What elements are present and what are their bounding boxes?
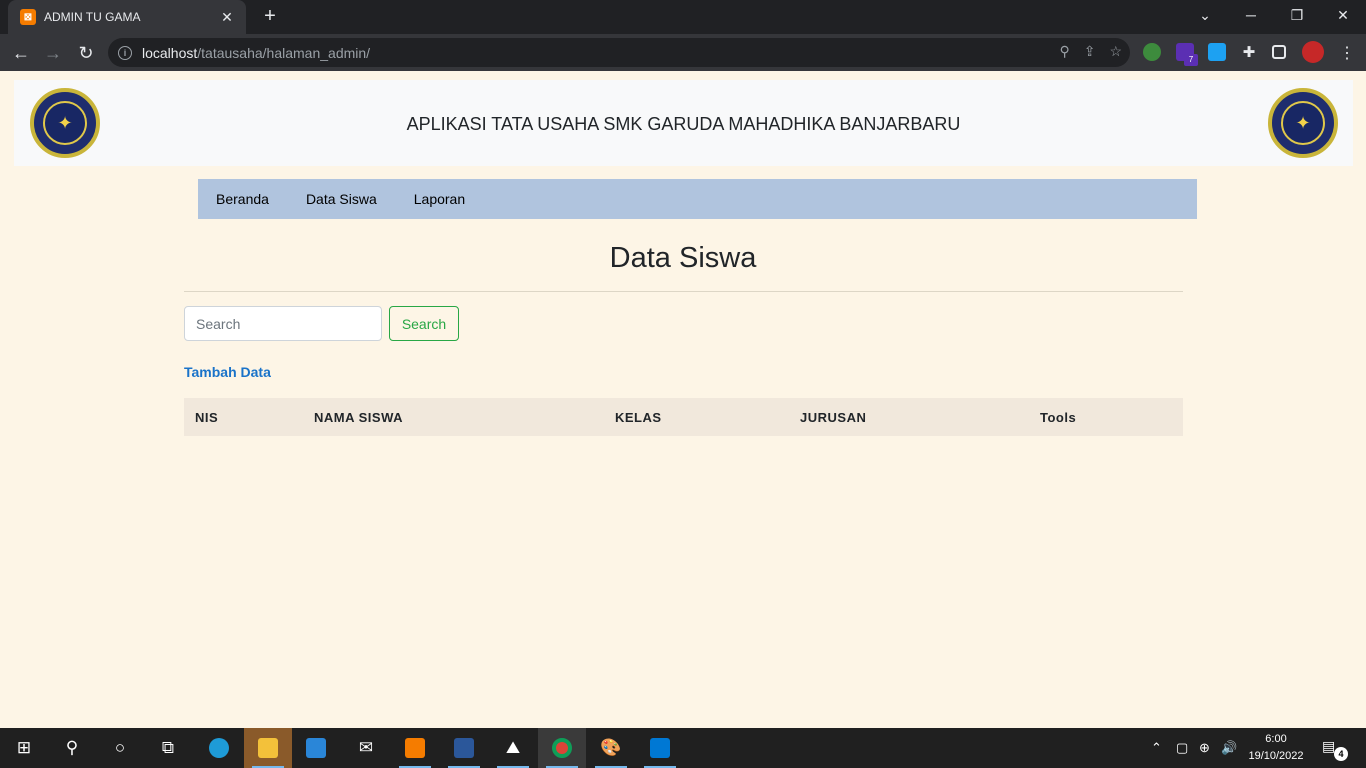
xampp-favicon-icon: ⊠ [20, 9, 36, 25]
chrome-icon [552, 738, 572, 758]
tray-overflow-chevron-icon[interactable]: ⌃ [1151, 728, 1162, 768]
photos-icon: ⛰ [505, 738, 521, 757]
cortana-button[interactable]: ○ [96, 728, 144, 768]
heading-divider [184, 291, 1183, 292]
side-panel-icon[interactable] [1272, 45, 1286, 59]
tab-search-chevron-icon[interactable]: ⌄ [1182, 0, 1228, 30]
edge-icon [209, 738, 229, 758]
clock-date: 19/10/2022 [1248, 750, 1304, 762]
system-clock[interactable]: 6:00 19/10/2022 [1240, 731, 1312, 765]
main-navbar: Beranda Data Siswa Laporan [198, 179, 1197, 219]
app-header: ✦ APLIKASI TATA USAHA SMK GARUDA MAHADHI… [14, 80, 1353, 166]
extension-globe-icon[interactable] [1143, 43, 1161, 61]
app-title: APLIKASI TATA USAHA SMK GARUDA MAHADHIKA… [406, 114, 961, 134]
volume-icon[interactable]: 🔊 [1221, 728, 1237, 768]
share-icon[interactable]: ⇪ [1084, 43, 1096, 60]
start-button[interactable]: ⊞ [0, 728, 48, 768]
column-header-nis: NIS [195, 410, 219, 425]
word-icon [454, 738, 474, 758]
taskbar-chrome[interactable] [538, 728, 586, 768]
clock-time: 6:00 [1265, 733, 1287, 745]
taskbar-search-button[interactable]: ⚲ [48, 728, 96, 768]
student-table-header: NIS NAMA SISWA KELAS JURUSAN Tools [184, 398, 1183, 436]
windows-logo-icon: ⊞ [16, 738, 32, 757]
taskbar-store[interactable] [292, 728, 340, 768]
search-icon: ⚲ [65, 738, 79, 757]
column-header-nama-siswa: NAMA SISWA [314, 410, 404, 425]
taskbar-photos[interactable]: ⛰ [489, 728, 537, 768]
url-host: localhost [142, 44, 198, 61]
url-path: /tatausaha/halaman_admin/ [197, 44, 371, 61]
column-header-tools: Tools [1040, 410, 1077, 425]
bookmark-star-icon[interactable]: ☆ [1109, 43, 1122, 60]
close-window-button[interactable]: ✕ [1320, 0, 1366, 30]
site-info-icon[interactable]: i [118, 45, 132, 60]
nav-item-data-siswa[interactable]: Data Siswa [306, 191, 377, 207]
notification-count-badge: 4 [1334, 747, 1348, 761]
taskbar-edge[interactable] [195, 728, 243, 768]
zoom-icon[interactable]: ⚲ [1059, 43, 1069, 60]
extension-badge: 7 [1184, 54, 1198, 66]
cortana-circle-icon: ○ [114, 738, 126, 757]
back-button[interactable]: ← [8, 40, 34, 66]
profile-avatar[interactable] [1302, 41, 1324, 63]
search-input[interactable] [184, 306, 382, 341]
paint-palette-icon: 🎨 [600, 738, 622, 757]
store-icon [306, 738, 326, 758]
new-tab-button[interactable]: + [258, 6, 282, 28]
vscode-icon [650, 738, 670, 758]
task-view-icon: ⧉ [161, 738, 175, 757]
browser-toolbar: ← → ↻ i localhost/tatausaha/halaman_admi… [0, 34, 1366, 71]
network-globe-icon[interactable]: ⊕ [1199, 728, 1210, 768]
taskbar-xampp[interactable] [391, 728, 439, 768]
mail-icon: ✉ [358, 738, 374, 757]
logo-emblem-icon: ✦ [1281, 101, 1325, 145]
extension-blue-icon[interactable] [1208, 43, 1226, 61]
tab-close-icon[interactable]: ✕ [218, 9, 236, 26]
folder-icon [258, 738, 278, 758]
nav-item-beranda[interactable]: Beranda [216, 191, 269, 207]
column-header-jurusan: JURUSAN [800, 410, 867, 425]
tab-title: ADMIN TU GAMA [44, 10, 141, 24]
nav-item-laporan[interactable]: Laporan [414, 191, 465, 207]
school-logo-right: ✦ [1268, 88, 1338, 158]
taskbar-word[interactable] [440, 728, 488, 768]
page-title: Data Siswa [609, 242, 757, 274]
meet-now-icon[interactable]: ▢ [1176, 728, 1188, 768]
browser-tabstrip: ⊠ ADMIN TU GAMA ✕ + ⌄ ─ ❐ ✕ [0, 0, 1366, 34]
taskbar-paint[interactable]: 🎨 [587, 728, 635, 768]
minimize-button[interactable]: ─ [1228, 0, 1274, 30]
taskbar-file-explorer[interactable] [244, 728, 292, 768]
reload-button[interactable]: ↻ [73, 40, 99, 66]
windows-taskbar: ⊞ ⚲ ○ ⧉ ✉ ⛰ 🎨 ⌃ ▢ ⊕ 🔊 6:00 19/10/2022 ▤ [0, 728, 1366, 768]
taskbar-vscode[interactable] [636, 728, 684, 768]
restore-button[interactable]: ❐ [1274, 0, 1320, 30]
browser-tab[interactable]: ⊠ ADMIN TU GAMA ✕ [8, 0, 246, 34]
add-data-link[interactable]: Tambah Data [184, 364, 271, 380]
extensions-puzzle-icon[interactable]: ✚ [1240, 43, 1258, 61]
taskbar-mail[interactable]: ✉ [342, 728, 390, 768]
xampp-icon [405, 738, 425, 758]
address-bar[interactable]: i localhost/tatausaha/halaman_admin/ ⚲ ⇪… [108, 38, 1130, 67]
browser-menu-icon[interactable]: ⋮ [1338, 43, 1356, 62]
forward-button[interactable]: → [40, 40, 66, 66]
column-header-kelas: KELAS [615, 410, 662, 425]
task-view-button[interactable]: ⧉ [144, 728, 192, 768]
search-button[interactable]: Search [389, 306, 459, 341]
